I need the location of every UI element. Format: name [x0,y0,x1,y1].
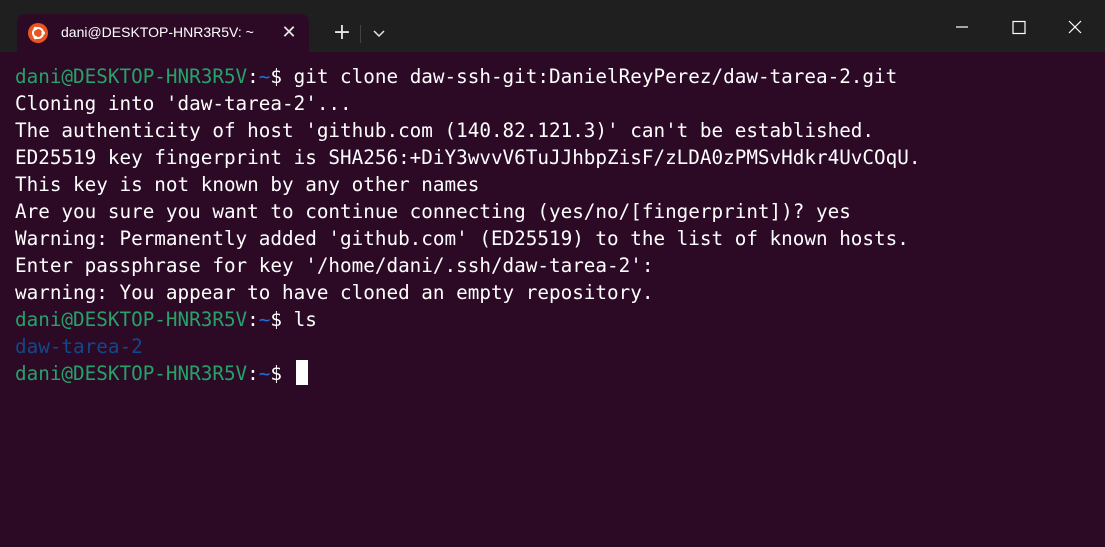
prompt-user-host: dani@DESKTOP-HNR3R5V [15,65,248,88]
terminal-window: dani@DESKTOP-HNR3R5V: ~ ✕ + dani@DESKTOP… [0,0,1105,547]
directory-entry: daw-tarea-2 [15,335,143,358]
prompt-symbol: $ [270,362,294,385]
output-line: Cloning into 'daw-tarea-2'... [15,92,352,115]
prompt-path: ~ [258,308,271,331]
prompt-colon: : [247,65,259,88]
command-text: ls [293,308,317,331]
ubuntu-icon [28,23,48,43]
output-line: Enter passphrase for key '/home/dani/.ss… [15,254,654,277]
new-tab-button[interactable]: + [329,20,355,46]
maximize-icon[interactable] [999,8,1039,48]
prompt-symbol: $ [270,308,294,331]
command-text: git clone daw-ssh-git:DanielReyPerez/daw… [293,65,898,88]
toolbar-divider [360,25,361,43]
title-bar[interactable]: dani@DESKTOP-HNR3R5V: ~ ✕ + [0,0,1105,52]
prompt-colon: : [247,362,259,385]
prompt-path: ~ [258,65,271,88]
text-cursor [295,360,308,385]
prompt-line: dani@DESKTOP-HNR3R5V:~$ ls [15,306,317,333]
minimize-icon[interactable] [942,8,982,48]
prompt-path: ~ [258,362,271,385]
prompt-line: dani@DESKTOP-HNR3R5V:~$ git clone daw-ss… [15,63,897,90]
close-icon[interactable] [1055,8,1095,48]
prompt-symbol: $ [270,65,294,88]
terminal-output[interactable]: dani@DESKTOP-HNR3R5V:~$ git clone daw-ss… [0,52,1105,547]
prompt-colon: : [247,308,259,331]
chevron-down-icon[interactable] [368,22,390,44]
output-line: Are you sure you want to continue connec… [15,200,851,223]
output-line: Warning: Permanently added 'github.com' … [15,227,909,250]
tab-title: dani@DESKTOP-HNR3R5V: ~ [61,24,254,40]
prompt-user-host: dani@DESKTOP-HNR3R5V [15,308,248,331]
output-line: The authenticity of host 'github.com (14… [15,119,875,142]
output-line: ED25519 key fingerprint is SHA256:+DiY3w… [15,146,921,169]
output-line: This key is not known by any other names [15,173,480,196]
tab-ubuntu[interactable]: dani@DESKTOP-HNR3R5V: ~ ✕ [17,14,309,52]
prompt-user-host: dani@DESKTOP-HNR3R5V [15,362,248,385]
tab-close-icon[interactable]: ✕ [279,23,299,43]
prompt-line: dani@DESKTOP-HNR3R5V:~$ [15,360,308,387]
output-line: warning: You appear to have cloned an em… [15,281,654,304]
